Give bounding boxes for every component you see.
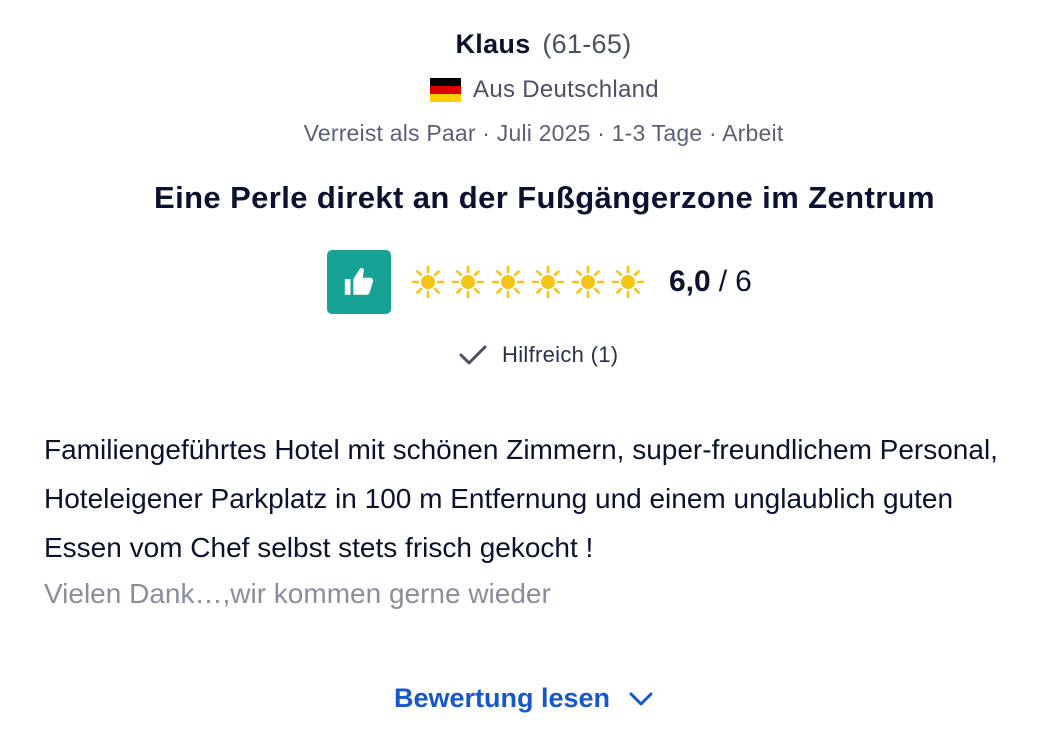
checkmark-icon: [459, 345, 487, 365]
review-continuation: Vielen Dank…,wir kommen gerne wieder: [44, 578, 551, 609]
sun-icon: [531, 265, 565, 299]
read-review-label: Bewertung lesen: [394, 683, 611, 713]
germany-flag-icon: [430, 77, 462, 103]
rating-row: 6,0 / 6: [327, 250, 752, 314]
sun-icon: [571, 265, 605, 299]
review-card: Klaus (61-65) Aus Deutschland Verreist a…: [0, 0, 1059, 740]
read-review-button[interactable]: Bewertung lesen: [394, 683, 654, 714]
helpful-button[interactable]: Hilfreich (1): [458, 342, 618, 368]
reviewer-header: Klaus (61-65): [0, 26, 1059, 62]
sun-rating: [411, 265, 651, 299]
reviewer-name: Klaus: [455, 29, 531, 59]
trip-meta: Verreist als Paar · Juli 2025 · 1-3 Tage…: [303, 120, 784, 146]
review-text: Familiengeführtes Hotel mit schönen Zimm…: [44, 434, 998, 563]
sun-icon: [451, 265, 485, 299]
origin-text: Aus Deutschland: [473, 76, 659, 103]
chevron-down-icon: [629, 692, 653, 705]
reviewer-origin: Aus Deutschland: [0, 76, 1059, 104]
sun-icon: [411, 265, 445, 299]
sun-icon: [491, 265, 525, 299]
sun-icon: [611, 265, 645, 299]
score-separator: /: [718, 265, 728, 298]
helpful-label: Hilfreich (1): [502, 342, 619, 367]
thumbs-up-icon: [327, 250, 391, 314]
score-max: 6: [735, 265, 752, 298]
score: 6,0 / 6: [669, 265, 752, 299]
score-value: 6,0: [669, 265, 711, 298]
review-body: Familiengeführtes Hotel mit schönen Zimm…: [44, 425, 1034, 616]
review-title: Eine Perle direkt an der Fußgängerzone i…: [154, 180, 935, 215]
reviewer-age: (61-65): [542, 29, 632, 59]
